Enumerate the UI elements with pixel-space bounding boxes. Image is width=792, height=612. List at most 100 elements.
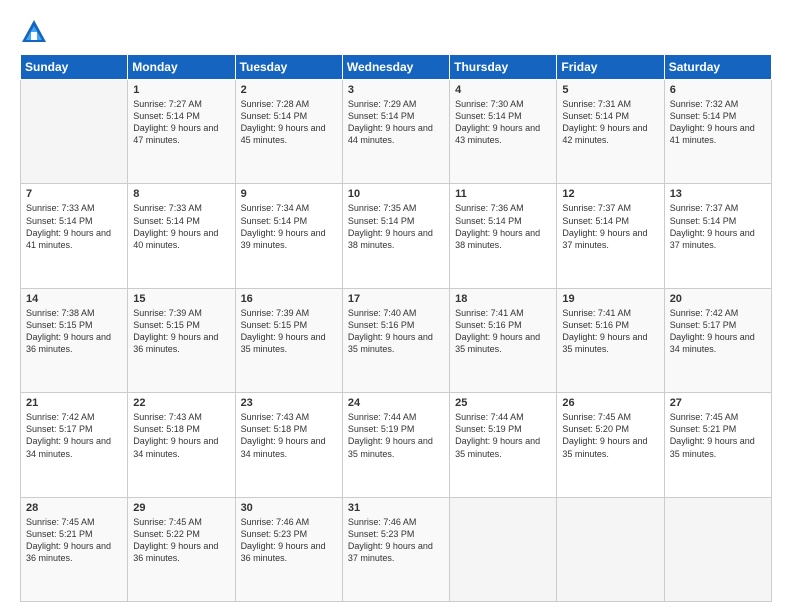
calendar-cell: 4 Sunrise: 7:30 AMSunset: 5:14 PMDaylight… (450, 80, 557, 184)
calendar-cell: 13 Sunrise: 7:37 AMSunset: 5:14 PMDayligh… (664, 184, 771, 288)
cell-info: Sunrise: 7:45 AMSunset: 5:21 PMDaylight:… (670, 411, 766, 460)
day-number: 21 (26, 397, 122, 409)
cell-info: Sunrise: 7:46 AMSunset: 5:23 PMDaylight:… (241, 516, 337, 565)
day-number: 5 (562, 84, 658, 96)
calendar-cell: 9Sunrise: 7:34 AMSunset: 5:14 PMDaylight… (235, 184, 342, 288)
calendar-body: 1Sunrise: 7:27 AMSunset: 5:14 PMDaylight… (21, 80, 772, 602)
day-number: 22 (133, 397, 229, 409)
day-number: 11 (455, 188, 551, 200)
day-number: 10 (348, 188, 444, 200)
cell-info: Sunrise: 7:30 AMSunset: 5:14 PMDaylight:… (455, 98, 551, 147)
cell-info: Sunrise: 7:39 AMSunset: 5:15 PMDaylight:… (241, 307, 337, 356)
calendar-cell: 22Sunrise: 7:43 AMSunset: 5:18 PMDayligh… (128, 393, 235, 497)
cell-info: Sunrise: 7:46 AMSunset: 5:23 PMDaylight:… (348, 516, 444, 565)
cell-info: Sunrise: 7:45 AMSunset: 5:20 PMDaylight:… (562, 411, 658, 460)
column-header-wednesday: Wednesday (342, 55, 449, 80)
calendar-cell: 25 Sunrise: 7:44 AMSunset: 5:19 PMDayligh… (450, 393, 557, 497)
cell-info: Sunrise: 7:28 AMSunset: 5:14 PMDaylight:… (241, 98, 337, 147)
calendar-week-4: 21 Sunrise: 7:42 AMSunset: 5:17 PMDayligh… (21, 393, 772, 497)
calendar-cell: 16 Sunrise: 7:39 AMSunset: 5:15 PMDayligh… (235, 288, 342, 392)
calendar-cell: 6 Sunrise: 7:32 AMSunset: 5:14 PMDaylight… (664, 80, 771, 184)
calendar-cell (557, 497, 664, 601)
calendar-header: SundayMondayTuesdayWednesdayThursdayFrid… (21, 55, 772, 80)
day-number: 19 (562, 293, 658, 305)
calendar-cell: 31 Sunrise: 7:46 AMSunset: 5:23 PMDayligh… (342, 497, 449, 601)
cell-info: Sunrise: 7:35 AMSunset: 5:14 PMDaylight:… (348, 202, 444, 251)
day-number: 28 (26, 502, 122, 514)
calendar-table: SundayMondayTuesdayWednesdayThursdayFrid… (20, 54, 772, 602)
page: SundayMondayTuesdayWednesdayThursdayFrid… (0, 0, 792, 612)
day-number: 13 (670, 188, 766, 200)
cell-info: Sunrise: 7:43 AMSunset: 5:18 PMDaylight:… (241, 411, 337, 460)
day-number: 25 (455, 397, 551, 409)
header (20, 18, 772, 46)
cell-info: Sunrise: 7:41 AMSunset: 5:16 PMDaylight:… (455, 307, 551, 356)
calendar-cell: 5 Sunrise: 7:31 AMSunset: 5:14 PMDaylight… (557, 80, 664, 184)
calendar-cell: 28 Sunrise: 7:45 AMSunset: 5:21 PMDayligh… (21, 497, 128, 601)
calendar-cell: 18 Sunrise: 7:41 AMSunset: 5:16 PMDayligh… (450, 288, 557, 392)
cell-info: Sunrise: 7:45 AMSunset: 5:22 PMDaylight:… (133, 516, 229, 565)
column-header-sunday: Sunday (21, 55, 128, 80)
day-number: 31 (348, 502, 444, 514)
day-number: 3 (348, 84, 444, 96)
calendar-cell: 2Sunrise: 7:28 AMSunset: 5:14 PMDaylight… (235, 80, 342, 184)
calendar-cell (21, 80, 128, 184)
column-header-monday: Monday (128, 55, 235, 80)
day-number: 29 (133, 502, 229, 514)
column-header-saturday: Saturday (664, 55, 771, 80)
day-number: 18 (455, 293, 551, 305)
calendar-week-5: 28 Sunrise: 7:45 AMSunset: 5:21 PMDayligh… (21, 497, 772, 601)
calendar-cell: 21 Sunrise: 7:42 AMSunset: 5:17 PMDayligh… (21, 393, 128, 497)
cell-info: Sunrise: 7:39 AMSunset: 5:15 PMDaylight:… (133, 307, 229, 356)
day-number: 8 (133, 188, 229, 200)
calendar-cell: 26Sunrise: 7:45 AMSunset: 5:20 PMDayligh… (557, 393, 664, 497)
calendar-cell: 29 Sunrise: 7:45 AMSunset: 5:22 PMDayligh… (128, 497, 235, 601)
calendar-cell: 19 Sunrise: 7:41 AMSunset: 5:16 PMDayligh… (557, 288, 664, 392)
calendar-cell (450, 497, 557, 601)
logo-icon (20, 18, 48, 46)
cell-info: Sunrise: 7:37 AMSunset: 5:14 PMDaylight:… (562, 202, 658, 251)
day-number: 14 (26, 293, 122, 305)
day-number: 17 (348, 293, 444, 305)
calendar-week-2: 7 Sunrise: 7:33 AMSunset: 5:14 PMDaylight… (21, 184, 772, 288)
cell-info: Sunrise: 7:29 AMSunset: 5:14 PMDaylight:… (348, 98, 444, 147)
cell-info: Sunrise: 7:44 AMSunset: 5:19 PMDaylight:… (455, 411, 551, 460)
logo (20, 18, 51, 46)
cell-info: Sunrise: 7:44 AMSunset: 5:19 PMDaylight:… (348, 411, 444, 460)
day-number: 6 (670, 84, 766, 96)
cell-info: Sunrise: 7:42 AMSunset: 5:17 PMDaylight:… (670, 307, 766, 356)
calendar-cell: 7 Sunrise: 7:33 AMSunset: 5:14 PMDaylight… (21, 184, 128, 288)
day-number: 4 (455, 84, 551, 96)
calendar-cell: 3 Sunrise: 7:29 AMSunset: 5:14 PMDaylight… (342, 80, 449, 184)
cell-info: Sunrise: 7:32 AMSunset: 5:14 PMDaylight:… (670, 98, 766, 147)
cell-info: Sunrise: 7:31 AMSunset: 5:14 PMDaylight:… (562, 98, 658, 147)
day-number: 15 (133, 293, 229, 305)
calendar-cell: 23Sunrise: 7:43 AMSunset: 5:18 PMDayligh… (235, 393, 342, 497)
column-header-tuesday: Tuesday (235, 55, 342, 80)
day-number: 27 (670, 397, 766, 409)
calendar-week-3: 14Sunrise: 7:38 AMSunset: 5:15 PMDayligh… (21, 288, 772, 392)
day-number: 7 (26, 188, 122, 200)
cell-info: Sunrise: 7:36 AMSunset: 5:14 PMDaylight:… (455, 202, 551, 251)
calendar-cell (664, 497, 771, 601)
calendar-cell: 24 Sunrise: 7:44 AMSunset: 5:19 PMDayligh… (342, 393, 449, 497)
cell-info: Sunrise: 7:45 AMSunset: 5:21 PMDaylight:… (26, 516, 122, 565)
column-header-thursday: Thursday (450, 55, 557, 80)
day-number: 9 (241, 188, 337, 200)
calendar-cell: 14Sunrise: 7:38 AMSunset: 5:15 PMDayligh… (21, 288, 128, 392)
cell-info: Sunrise: 7:37 AMSunset: 5:14 PMDaylight:… (670, 202, 766, 251)
cell-info: Sunrise: 7:40 AMSunset: 5:16 PMDaylight:… (348, 307, 444, 356)
day-number: 24 (348, 397, 444, 409)
header-row: SundayMondayTuesdayWednesdayThursdayFrid… (21, 55, 772, 80)
calendar-cell: 15 Sunrise: 7:39 AMSunset: 5:15 PMDayligh… (128, 288, 235, 392)
calendar-cell: 8 Sunrise: 7:33 AMSunset: 5:14 PMDaylight… (128, 184, 235, 288)
cell-info: Sunrise: 7:33 AMSunset: 5:14 PMDaylight:… (133, 202, 229, 251)
column-header-friday: Friday (557, 55, 664, 80)
calendar-cell: 27 Sunrise: 7:45 AMSunset: 5:21 PMDayligh… (664, 393, 771, 497)
cell-info: Sunrise: 7:33 AMSunset: 5:14 PMDaylight:… (26, 202, 122, 251)
cell-info: Sunrise: 7:41 AMSunset: 5:16 PMDaylight:… (562, 307, 658, 356)
day-number: 16 (241, 293, 337, 305)
cell-info: Sunrise: 7:42 AMSunset: 5:17 PMDaylight:… (26, 411, 122, 460)
calendar-cell: 10 Sunrise: 7:35 AMSunset: 5:14 PMDayligh… (342, 184, 449, 288)
calendar-cell: 1Sunrise: 7:27 AMSunset: 5:14 PMDaylight… (128, 80, 235, 184)
